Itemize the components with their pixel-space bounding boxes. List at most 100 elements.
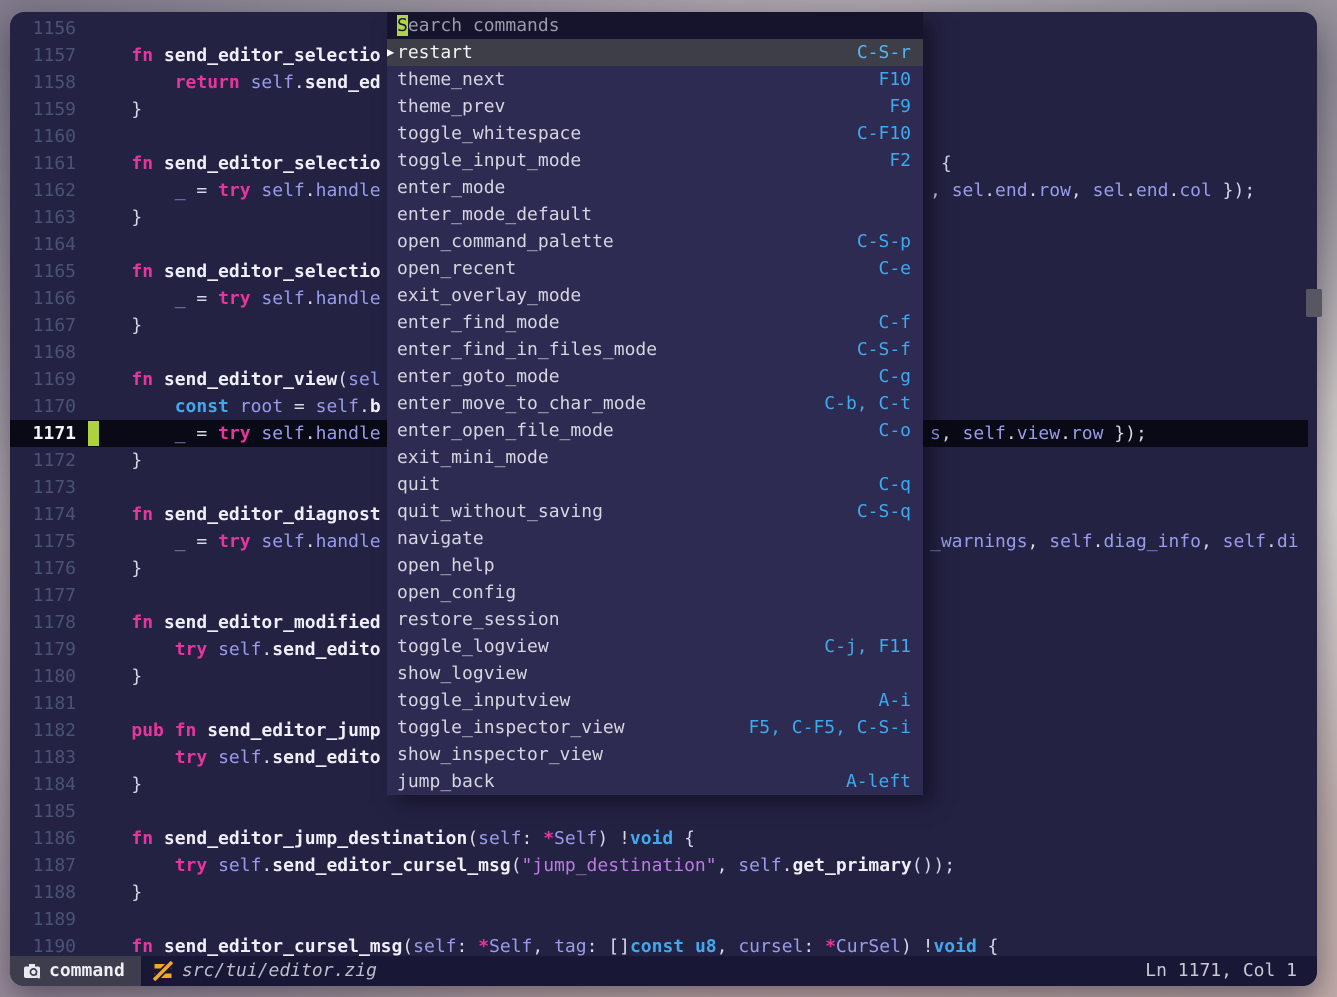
code-token: self	[218, 747, 261, 768]
command-item-jump_back[interactable]: jump_backA-left	[387, 768, 923, 795]
code-token: .	[261, 639, 272, 660]
code-line-1187[interactable]: 1187 try self.send_editor_cursel_msg("ju…	[10, 852, 1317, 879]
command-keybinding: C-g	[878, 363, 911, 390]
line-number: 1164	[10, 231, 76, 258]
scrollbar-thumb[interactable]	[1306, 289, 1322, 317]
command-item-open_command_palette[interactable]: open_command_paletteC-S-p	[387, 228, 923, 255]
code-token: return	[175, 72, 251, 93]
code-token: try	[218, 288, 261, 309]
command-item-enter_goto_mode[interactable]: enter_goto_modeC-g	[387, 363, 923, 390]
line-number: 1163	[10, 204, 76, 231]
command-keybinding: A-i	[878, 687, 911, 714]
command-item-toggle_logview[interactable]: toggle_logviewC-j, F11	[387, 633, 923, 660]
code-token: });	[1212, 180, 1255, 201]
line-number: 1181	[10, 690, 76, 717]
code-token: : []	[587, 936, 630, 956]
code-token: fn	[131, 153, 164, 174]
command-item-show_logview[interactable]: show_logview	[387, 660, 923, 687]
command-item-toggle_inputview[interactable]: toggle_inputviewA-i	[387, 687, 923, 714]
code-line-1188[interactable]: 1188 }	[10, 879, 1317, 906]
code-token: }	[131, 99, 142, 120]
code-token: di	[1277, 531, 1299, 552]
code-token: }	[131, 450, 142, 471]
command-item-enter_move_to_char_mode[interactable]: enter_move_to_char_modeC-b, C-t	[387, 390, 923, 417]
code-token: fn	[131, 936, 164, 956]
code-token: =	[186, 180, 219, 201]
code-token: (	[511, 855, 522, 876]
code-editor[interactable]: 11561157 fn send_editor_selectio1158 ret…	[10, 12, 1317, 956]
line-number: 1162	[10, 177, 76, 204]
command-item-theme_next[interactable]: theme_nextF10	[387, 66, 923, 93]
code-token: const u8	[630, 936, 717, 956]
code-token: "jump_destination"	[522, 855, 717, 876]
code-token: ,	[1071, 180, 1093, 201]
command-item-restart[interactable]: ▶restartC-S-r	[387, 39, 923, 66]
code-token: pub fn	[131, 720, 207, 741]
code-token	[88, 207, 131, 228]
command-label: toggle_whitespace	[397, 120, 581, 147]
command-item-quit_without_saving[interactable]: quit_without_savingC-S-q	[387, 498, 923, 525]
command-item-enter_mode[interactable]: enter_mode	[387, 174, 923, 201]
code-token: {	[930, 153, 952, 174]
command-item-quit[interactable]: quitC-q	[387, 471, 923, 498]
code-line-1185[interactable]: 1185	[10, 798, 1317, 825]
command-label: exit_mini_mode	[397, 444, 549, 471]
code-token: {	[977, 936, 999, 956]
code-line-1186[interactable]: 1186 fn send_editor_jump_destination(sel…	[10, 825, 1317, 852]
command-item-enter_open_file_mode[interactable]: enter_open_file_modeC-o	[387, 417, 923, 444]
code-token: self	[413, 936, 456, 956]
code-token: (	[337, 369, 348, 390]
code-token: :	[522, 828, 544, 849]
command-item-exit_overlay_mode[interactable]: exit_overlay_mode	[387, 282, 923, 309]
code-token: void	[630, 828, 673, 849]
mode-label: command	[49, 956, 125, 986]
line-number: 1170	[10, 393, 76, 420]
code-token	[88, 153, 131, 174]
code-token: self	[478, 828, 521, 849]
command-item-show_inspector_view[interactable]: show_inspector_view	[387, 741, 923, 768]
command-item-enter_mode_default[interactable]: enter_mode_default	[387, 201, 923, 228]
code-token: {	[673, 828, 695, 849]
command-item-toggle_whitespace[interactable]: toggle_whitespaceC-F10	[387, 120, 923, 147]
mode-indicator[interactable]: command	[10, 956, 141, 986]
zig-file-icon	[153, 961, 173, 981]
command-search-input[interactable]: Search commands	[387, 12, 923, 39]
code-token	[88, 882, 131, 903]
line-number: 1190	[10, 933, 76, 956]
code-token: fn	[131, 828, 164, 849]
command-item-theme_prev[interactable]: theme_prevF9	[387, 93, 923, 120]
command-item-open_recent[interactable]: open_recentC-e	[387, 255, 923, 282]
code-token: handle	[316, 180, 381, 201]
code-line-1189[interactable]: 1189	[10, 906, 1317, 933]
code-token: =	[283, 396, 316, 417]
code-token: self	[963, 423, 1006, 444]
code-token: cursel	[738, 936, 803, 956]
code-token: self	[261, 531, 304, 552]
line-number: 1169	[10, 366, 76, 393]
code-token: _	[175, 180, 186, 201]
command-keybinding: A-left	[846, 768, 911, 795]
code-token	[88, 558, 131, 579]
command-item-enter_find_mode[interactable]: enter_find_modeC-f	[387, 309, 923, 336]
command-label: navigate	[397, 525, 484, 552]
command-keybinding: C-q	[878, 471, 911, 498]
code-token: .	[305, 288, 316, 309]
code-line-1190[interactable]: 1190 fn send_editor_cursel_msg(self: *Se…	[10, 933, 1317, 956]
code-token: row	[1038, 180, 1071, 201]
code-token	[88, 747, 175, 768]
command-item-toggle_inspector_view[interactable]: toggle_inspector_viewF5, C-F5, C-S-i	[387, 714, 923, 741]
command-keybinding: F2	[889, 147, 911, 174]
code-token: fn	[131, 369, 164, 390]
code-token: handle	[316, 288, 381, 309]
command-item-open_config[interactable]: open_config	[387, 579, 923, 606]
command-item-enter_find_in_files_mode[interactable]: enter_find_in_files_modeC-S-f	[387, 336, 923, 363]
code-token: .	[1266, 531, 1277, 552]
command-item-restore_session[interactable]: restore_session	[387, 606, 923, 633]
command-item-toggle_input_mode[interactable]: toggle_input_modeF2	[387, 147, 923, 174]
command-item-exit_mini_mode[interactable]: exit_mini_mode	[387, 444, 923, 471]
line-number: 1173	[10, 474, 76, 501]
code-token: ) !	[901, 936, 934, 956]
line-number: 1159	[10, 96, 76, 123]
command-item-open_help[interactable]: open_help	[387, 552, 923, 579]
command-item-navigate[interactable]: navigate	[387, 525, 923, 552]
